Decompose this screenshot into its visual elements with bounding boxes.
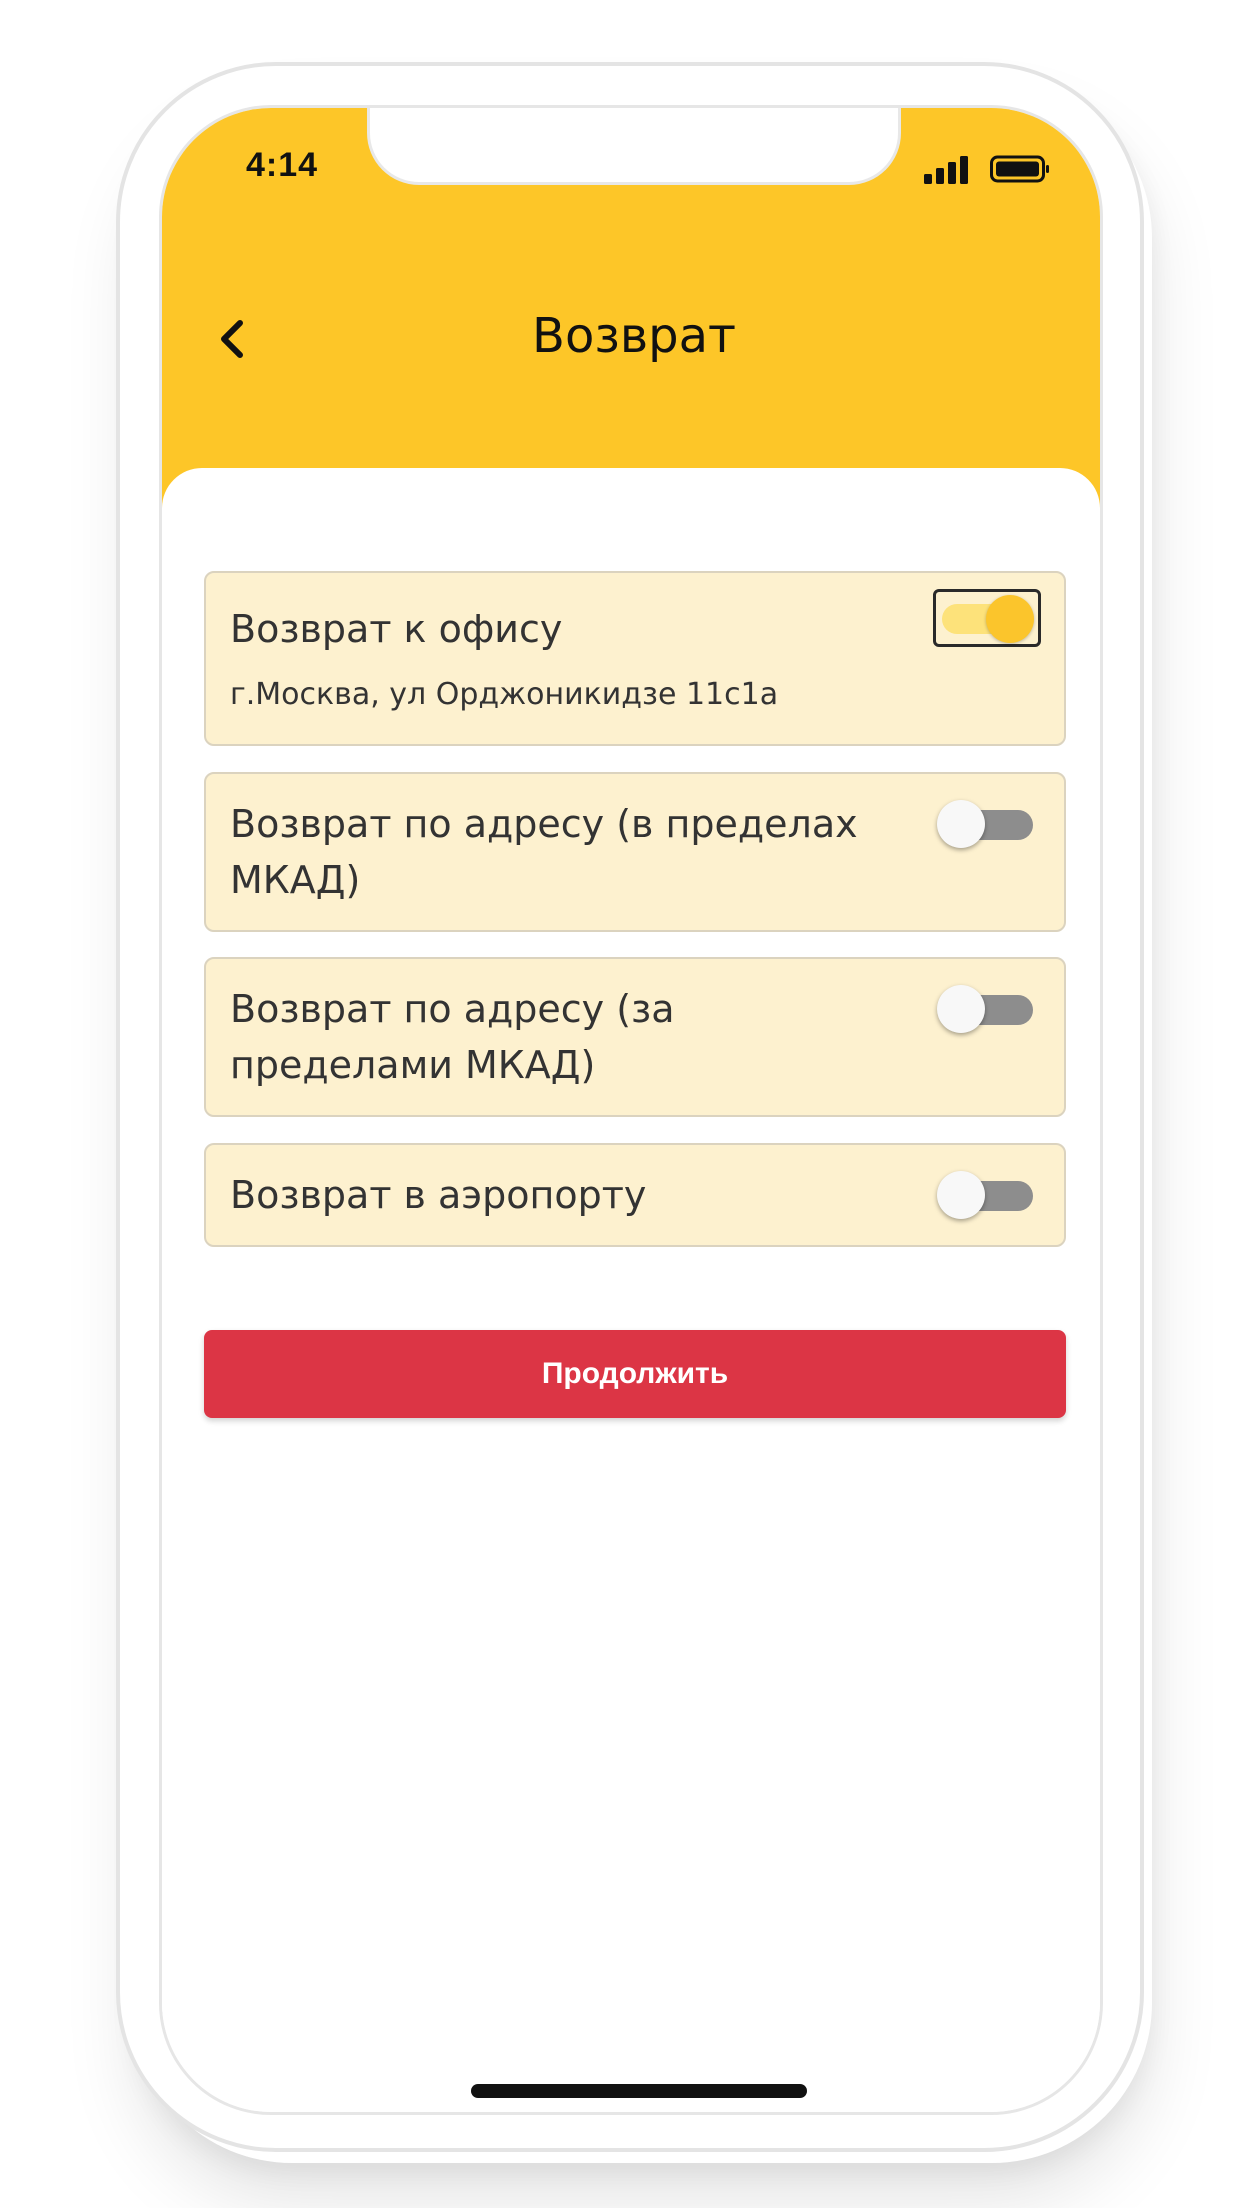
battery-full-icon — [990, 155, 1049, 183]
notch — [367, 108, 901, 185]
option-return-address-outside-mkad[interactable]: Возврат по адресу (за пределами МКАД) — [204, 957, 1066, 1117]
toggle-return-address-inside-mkad[interactable] — [933, 794, 1041, 852]
toggle-knob — [937, 985, 985, 1033]
home-indicator — [471, 2084, 807, 2098]
cellular-signal-icon — [924, 156, 968, 184]
option-address: г.Москва, ул Орджоникидзе 11с1а — [230, 677, 779, 712]
status-time: 4:14 — [246, 146, 319, 184]
option-label: Возврат в аэропорту — [230, 1173, 647, 1217]
option-return-office[interactable]: Возврат к офису г.Москва, ул Орджоникидз… — [204, 571, 1066, 746]
option-return-address-inside-mkad[interactable]: Возврат по адресу (в пределах МКАД) — [204, 772, 1066, 932]
option-return-airport[interactable]: Возврат в аэропорту — [204, 1143, 1066, 1247]
toggle-knob — [937, 1171, 985, 1219]
toggle-knob — [986, 595, 1034, 643]
continue-button[interactable]: Продолжить — [204, 1330, 1066, 1418]
option-label: Возврат по адресу (в пределах МКАД) — [230, 802, 858, 902]
page-title: Возврат — [532, 308, 736, 364]
option-label: Возврат к офису — [230, 607, 563, 651]
option-label: Возврат по адресу (за пределами МКАД) — [230, 987, 675, 1087]
toggle-return-office[interactable] — [933, 589, 1041, 647]
toggle-knob — [937, 800, 985, 848]
phone-screen: 4:14 Возврат Возврат к офису г.Москва, у… — [159, 105, 1103, 2115]
toggle-return-address-outside-mkad[interactable] — [933, 979, 1041, 1037]
toggle-return-airport[interactable] — [933, 1165, 1041, 1223]
